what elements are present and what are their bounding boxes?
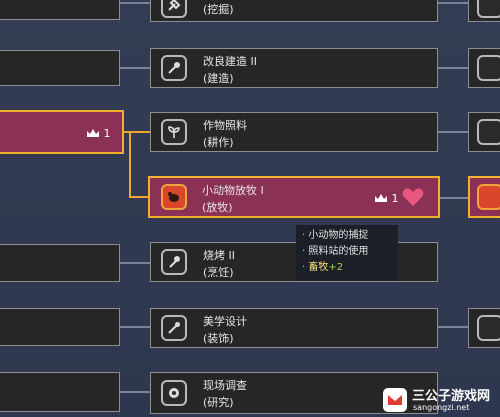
skill-node-right[interactable] — [468, 308, 500, 348]
skill-node-left[interactable] — [0, 308, 120, 346]
skill-node-right[interactable] — [468, 0, 500, 22]
tooltip-line: · 小动物的捕捉 — [302, 230, 369, 241]
connector-line — [438, 67, 468, 69]
skill-title: 美学设计 — [203, 315, 247, 328]
skill-category: (装饰) — [203, 332, 234, 345]
level-count: 1 — [374, 192, 399, 205]
skill-title: 烧烤 II — [203, 249, 235, 262]
connector-line — [120, 326, 150, 328]
skill-node-right[interactable] — [468, 48, 500, 88]
watermark-logo-icon — [383, 388, 407, 412]
skill-category: (放牧) — [202, 201, 233, 214]
skill-node-decoration[interactable]: 美学设计 (装饰) — [150, 308, 438, 348]
connector-line — [120, 391, 150, 393]
sprout-icon — [477, 119, 500, 145]
tooltip-line: · 照料站的使用 — [302, 246, 369, 257]
skill-category: (研究) — [203, 396, 234, 409]
skill-node-farming[interactable]: 作物照料 (耕作) — [150, 112, 438, 152]
skill-tooltip: · 小动物的捕捉 · 照料站的使用 · 畜牧+2 — [296, 225, 398, 281]
skill-node-left-selected[interactable]: 1 — [0, 110, 124, 154]
skill-title: 作物照料 — [203, 119, 247, 132]
skill-title: 小动物放牧 I — [202, 184, 264, 197]
tooltip-bonus: · 畜牧+2 — [302, 262, 344, 273]
skill-node-left[interactable] — [0, 244, 120, 282]
brush-icon — [161, 315, 187, 341]
shovel-icon — [477, 0, 500, 18]
active-connector — [129, 131, 131, 197]
skill-category: (耕作) — [203, 136, 234, 149]
skill-category: (建造) — [203, 72, 234, 85]
skill-category: (烹饪) — [203, 266, 234, 279]
skill-title: 改良建造 II — [203, 55, 257, 68]
connector-line — [438, 326, 468, 328]
connector-line — [120, 2, 150, 4]
active-connector — [129, 196, 150, 198]
connector-line — [438, 197, 468, 199]
connector-line — [438, 2, 468, 4]
skill-category: (挖掘) — [203, 3, 234, 16]
skill-node-right[interactable] — [468, 112, 500, 152]
shovel-icon — [161, 0, 187, 18]
animal-icon — [161, 184, 187, 210]
connector-line — [120, 262, 150, 264]
magnifier-icon — [161, 380, 187, 406]
skill-title: 现场调查 — [203, 379, 247, 392]
skill-node-herding-selected[interactable]: 小动物放牧 I (放牧) 1 — [148, 176, 440, 218]
watermark-title: 三公子游戏网 — [412, 389, 491, 404]
skill-node-left[interactable] — [0, 50, 120, 86]
skill-node-left[interactable] — [0, 372, 120, 412]
animal-icon — [477, 184, 500, 210]
skill-node-construction[interactable]: 改良建造 II (建造) — [150, 48, 438, 88]
skill-node-left-top[interactable] — [0, 0, 120, 20]
brush-icon — [477, 315, 500, 341]
heart-icon[interactable] — [402, 187, 424, 207]
hammer-icon — [161, 55, 187, 81]
crown-icon — [375, 194, 387, 202]
active-connector — [124, 131, 150, 133]
skill-node-mining[interactable]: (挖掘) — [150, 0, 438, 22]
sprout-icon — [161, 119, 187, 145]
connector-line — [120, 67, 150, 69]
crown-icon — [87, 129, 99, 137]
level-count: 1 — [86, 127, 111, 140]
flame-icon — [161, 249, 187, 275]
watermark: 三公子游戏网 sangongzi.net — [382, 385, 498, 415]
hammer-icon — [477, 55, 500, 81]
connector-line — [438, 131, 468, 133]
watermark-url: sangongzi.net — [413, 403, 470, 412]
skill-node-right-locked[interactable] — [468, 176, 500, 218]
